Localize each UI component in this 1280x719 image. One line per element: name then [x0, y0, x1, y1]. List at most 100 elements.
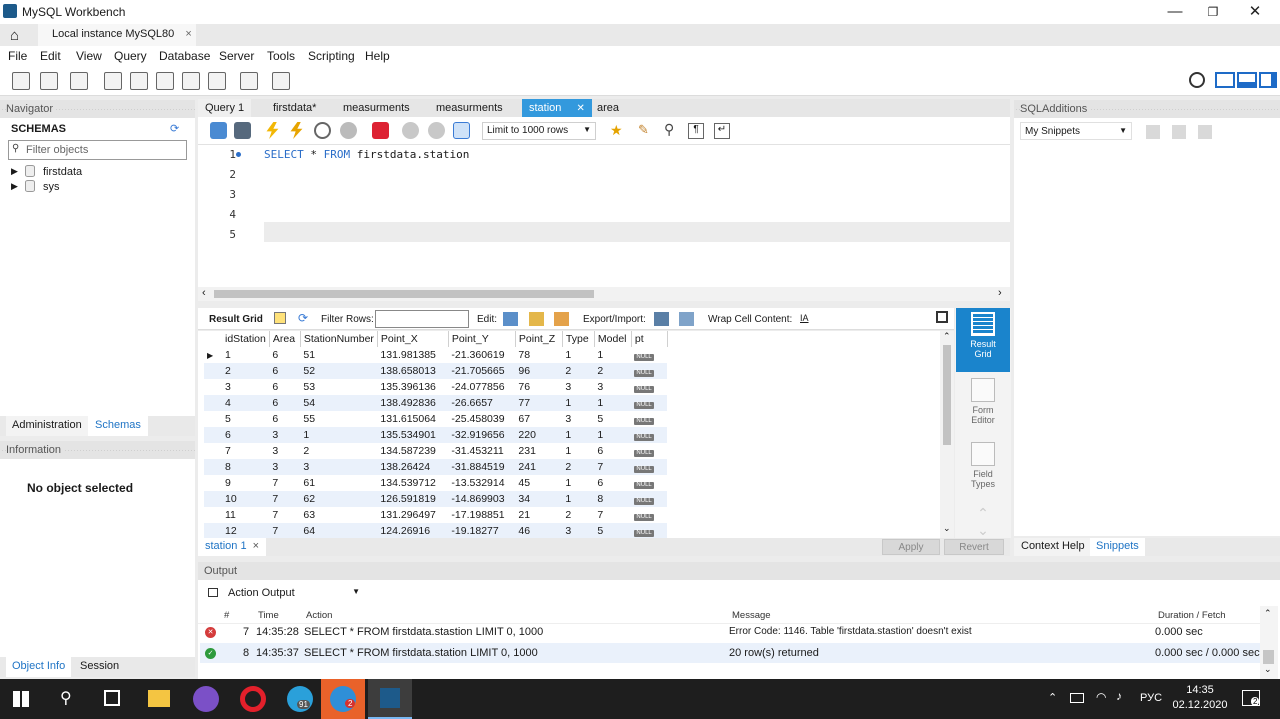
- windows-start-icon[interactable]: [13, 691, 29, 707]
- table-cell[interactable]: 2: [562, 507, 594, 523]
- table-cell[interactable]: 124.26916: [377, 523, 449, 538]
- table-cell[interactable]: 3: [562, 411, 594, 427]
- copy-output-icon[interactable]: [208, 588, 218, 597]
- open-sql-script-icon[interactable]: [40, 72, 58, 90]
- null-cell[interactable]: NULL: [631, 395, 668, 411]
- bookmark-star-icon[interactable]: ★: [610, 122, 623, 139]
- viber-icon[interactable]: [193, 686, 219, 712]
- table-cell[interactable]: 7: [269, 475, 300, 491]
- tab-object-info[interactable]: Object Info: [6, 657, 72, 677]
- table-cell[interactable]: 77: [515, 395, 563, 411]
- table-cell[interactable]: 3: [269, 443, 300, 459]
- table-cell[interactable]: 21: [515, 507, 562, 523]
- table-cell[interactable]: -24.077856: [448, 379, 515, 395]
- table-cell[interactable]: 1: [562, 347, 594, 363]
- more-panels-chevron-icon[interactable]: ⌃ ⌄: [956, 505, 1010, 538]
- connection-tab[interactable]: Local instance MySQL80 ×: [38, 24, 196, 46]
- table-cell[interactable]: 3: [269, 427, 301, 443]
- null-cell[interactable]: NULL: [631, 507, 667, 523]
- settings-icon[interactable]: [1189, 72, 1205, 88]
- table-cell[interactable]: -31.453211: [448, 443, 515, 459]
- null-cell[interactable]: NULL: [631, 363, 668, 379]
- close-tab-icon[interactable]: ×: [185, 28, 191, 40]
- search-table-data-icon[interactable]: [240, 72, 258, 90]
- column-header[interactable]: StationNumber: [300, 331, 378, 347]
- edit-row-icon[interactable]: [503, 312, 518, 326]
- column-header[interactable]: Area: [269, 331, 301, 347]
- snippets-select[interactable]: My Snippets ▼: [1020, 122, 1132, 140]
- volume-icon[interactable]: ♪: [1116, 689, 1122, 703]
- scroll-down-icon[interactable]: ⌄: [1264, 664, 1272, 675]
- table-cell[interactable]: 131.615064: [377, 411, 448, 427]
- telegram-icon[interactable]: 91: [287, 686, 313, 712]
- close-tab-icon[interactable]: ✕: [576, 103, 584, 114]
- file-explorer-icon[interactable]: [148, 690, 170, 707]
- commit-icon[interactable]: [402, 122, 419, 139]
- table-cell[interactable]: -32.919656: [448, 427, 516, 443]
- word-wrap-icon[interactable]: ↵: [714, 123, 730, 139]
- table-cell[interactable]: 12: [222, 523, 270, 538]
- schema-sys[interactable]: sys: [43, 181, 60, 193]
- filter-rows-input[interactable]: [375, 310, 469, 328]
- table-row[interactable]: 10 7 62 126.591819 -14.869903 34 1 8 NULL: [204, 491, 668, 507]
- table-cell[interactable]: 7: [269, 507, 300, 523]
- explain-icon[interactable]: [314, 122, 331, 139]
- create-table-icon[interactable]: [130, 72, 148, 90]
- insert-row-icon[interactable]: [529, 312, 544, 326]
- clock[interactable]: 14:35 02.12.2020: [1170, 684, 1230, 711]
- null-cell[interactable]: NULL: [631, 523, 668, 538]
- stop-icon[interactable]: [340, 122, 357, 139]
- wrap-toggle-icon[interactable]: IA: [800, 313, 809, 323]
- table-cell[interactable]: 3: [222, 379, 269, 395]
- scroll-left-icon[interactable]: ‹: [202, 287, 206, 299]
- toggle-secondary-sidebar-icon[interactable]: [1259, 72, 1277, 88]
- table-cell[interactable]: 1: [594, 347, 631, 363]
- table-cell[interactable]: 6: [269, 363, 301, 379]
- table-cell[interactable]: 62: [300, 491, 378, 507]
- tab-area[interactable]: area: [590, 99, 626, 117]
- table-cell[interactable]: 220: [515, 427, 563, 443]
- table-cell[interactable]: 3: [269, 459, 301, 475]
- result-grid-button[interactable]: Result Grid: [956, 308, 1010, 372]
- table-cell[interactable]: 7: [222, 443, 269, 459]
- table-cell[interactable]: 135.396136: [377, 379, 448, 395]
- inspector-icon[interactable]: [70, 72, 88, 90]
- table-cell[interactable]: 2: [222, 363, 270, 379]
- form-editor-button[interactable]: Form Editor: [956, 376, 1010, 436]
- filter-objects-field[interactable]: ⚲ Filter objects: [8, 140, 187, 160]
- table-cell[interactable]: 1: [562, 395, 595, 411]
- table-cell[interactable]: 2: [562, 363, 595, 379]
- output-mode-select[interactable]: Action Output ▼: [224, 584, 364, 602]
- scroll-down-icon[interactable]: ⌄: [943, 523, 951, 534]
- home-icon[interactable]: ⌂: [10, 27, 19, 44]
- table-row[interactable]: 2 6 52 138.658013 -21.705665 96 2 2 NULL: [204, 363, 668, 379]
- refresh-icon[interactable]: ⟳: [298, 311, 308, 325]
- opera-icon[interactable]: [240, 686, 266, 712]
- table-cell[interactable]: 1: [222, 347, 269, 363]
- table-cell[interactable]: -14.869903: [448, 491, 516, 507]
- table-cell[interactable]: 8: [594, 491, 632, 507]
- open-file-icon[interactable]: [210, 122, 227, 139]
- tab-schemas[interactable]: Schemas: [88, 416, 148, 436]
- table-cell[interactable]: 1: [562, 427, 595, 443]
- revert-button[interactable]: Revert: [944, 539, 1004, 555]
- delete-row-icon[interactable]: [554, 312, 569, 326]
- grid-vertical-scrollbar[interactable]: ⌃ ⌄: [940, 331, 954, 538]
- table-cell[interactable]: 55: [300, 411, 377, 427]
- table-cell[interactable]: 1: [594, 395, 632, 411]
- minimize-button[interactable]: —: [1160, 2, 1190, 22]
- scroll-thumb[interactable]: [214, 290, 594, 298]
- show-hidden-icons-icon[interactable]: ⌃: [1048, 691, 1057, 704]
- null-cell[interactable]: NULL: [631, 491, 668, 507]
- table-cell[interactable]: 134.539712: [377, 475, 448, 491]
- new-sql-tab-icon[interactable]: [12, 72, 30, 90]
- table-cell[interactable]: 7: [269, 523, 301, 538]
- scroll-up-icon[interactable]: ⌃: [1264, 608, 1272, 619]
- table-cell[interactable]: 2: [300, 443, 377, 459]
- menu-database[interactable]: Database: [159, 49, 210, 63]
- table-cell[interactable]: 4: [222, 395, 270, 411]
- toggle-errors-icon[interactable]: [372, 122, 389, 139]
- tab-firstdata[interactable]: firstdata*: [266, 99, 323, 117]
- close-button[interactable]: ✕: [1240, 2, 1270, 22]
- table-cell[interactable]: 5: [594, 411, 631, 427]
